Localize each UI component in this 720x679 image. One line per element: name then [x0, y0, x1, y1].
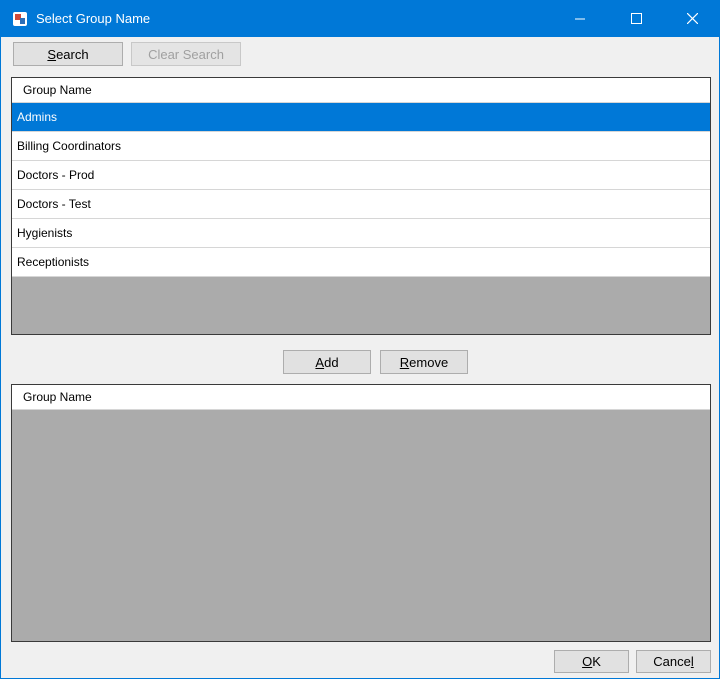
minimize-button[interactable]	[557, 1, 603, 37]
maximize-icon	[630, 11, 642, 27]
group-row[interactable]: Hygienists	[12, 219, 710, 248]
group-name-cell: Admins	[17, 110, 58, 124]
grid-rows: Admins Billing Coordinators Doctors - Prod…	[12, 103, 710, 277]
available-groups-grid[interactable]: Group Name Admins Billing Coordinators Doc…	[11, 77, 711, 335]
group-name-cell: Doctors - Test	[17, 197, 91, 211]
group-row[interactable]: Billing Coordinators	[12, 132, 710, 161]
group-name-cell: Receptionists	[17, 255, 90, 269]
selected-groups-grid[interactable]: Group Name	[11, 384, 711, 642]
group-name-cell: Billing Coordinators	[17, 139, 122, 153]
group-row[interactable]: Admins	[12, 103, 710, 132]
ok-button[interactable]: OK	[554, 650, 629, 673]
clear-search-button[interactable]: Clear Search	[131, 42, 241, 66]
group-row[interactable]: Doctors - Test	[12, 190, 710, 219]
close-icon	[686, 11, 698, 27]
title-bar[interactable]: Select Group Name	[1, 1, 719, 37]
cancel-button[interactable]: Cance l	[636, 650, 711, 673]
group-row[interactable]: Receptionists	[12, 248, 710, 277]
grid-header: Group Name	[12, 78, 710, 103]
remove-button[interactable]: Remove	[380, 350, 468, 374]
close-button[interactable]	[669, 1, 715, 37]
column-header-group-name[interactable]: Group Name	[12, 390, 92, 404]
select-group-dialog: Select Group Name Search Clear Search Gr…	[0, 0, 720, 679]
app-icon	[11, 10, 29, 28]
group-name-cell: Doctors - Prod	[17, 168, 95, 182]
column-header-group-name[interactable]: Group Name	[12, 83, 92, 97]
search-button[interactable]: Search	[13, 42, 123, 66]
grid-header: Group Name	[12, 385, 710, 410]
window-title: Select Group Name	[36, 11, 151, 26]
group-row[interactable]: Doctors - Prod	[12, 161, 710, 190]
minimize-icon	[575, 11, 585, 27]
group-name-cell: Hygienists	[17, 226, 73, 240]
maximize-button[interactable]	[613, 1, 659, 37]
add-button[interactable]: Add	[283, 350, 371, 374]
